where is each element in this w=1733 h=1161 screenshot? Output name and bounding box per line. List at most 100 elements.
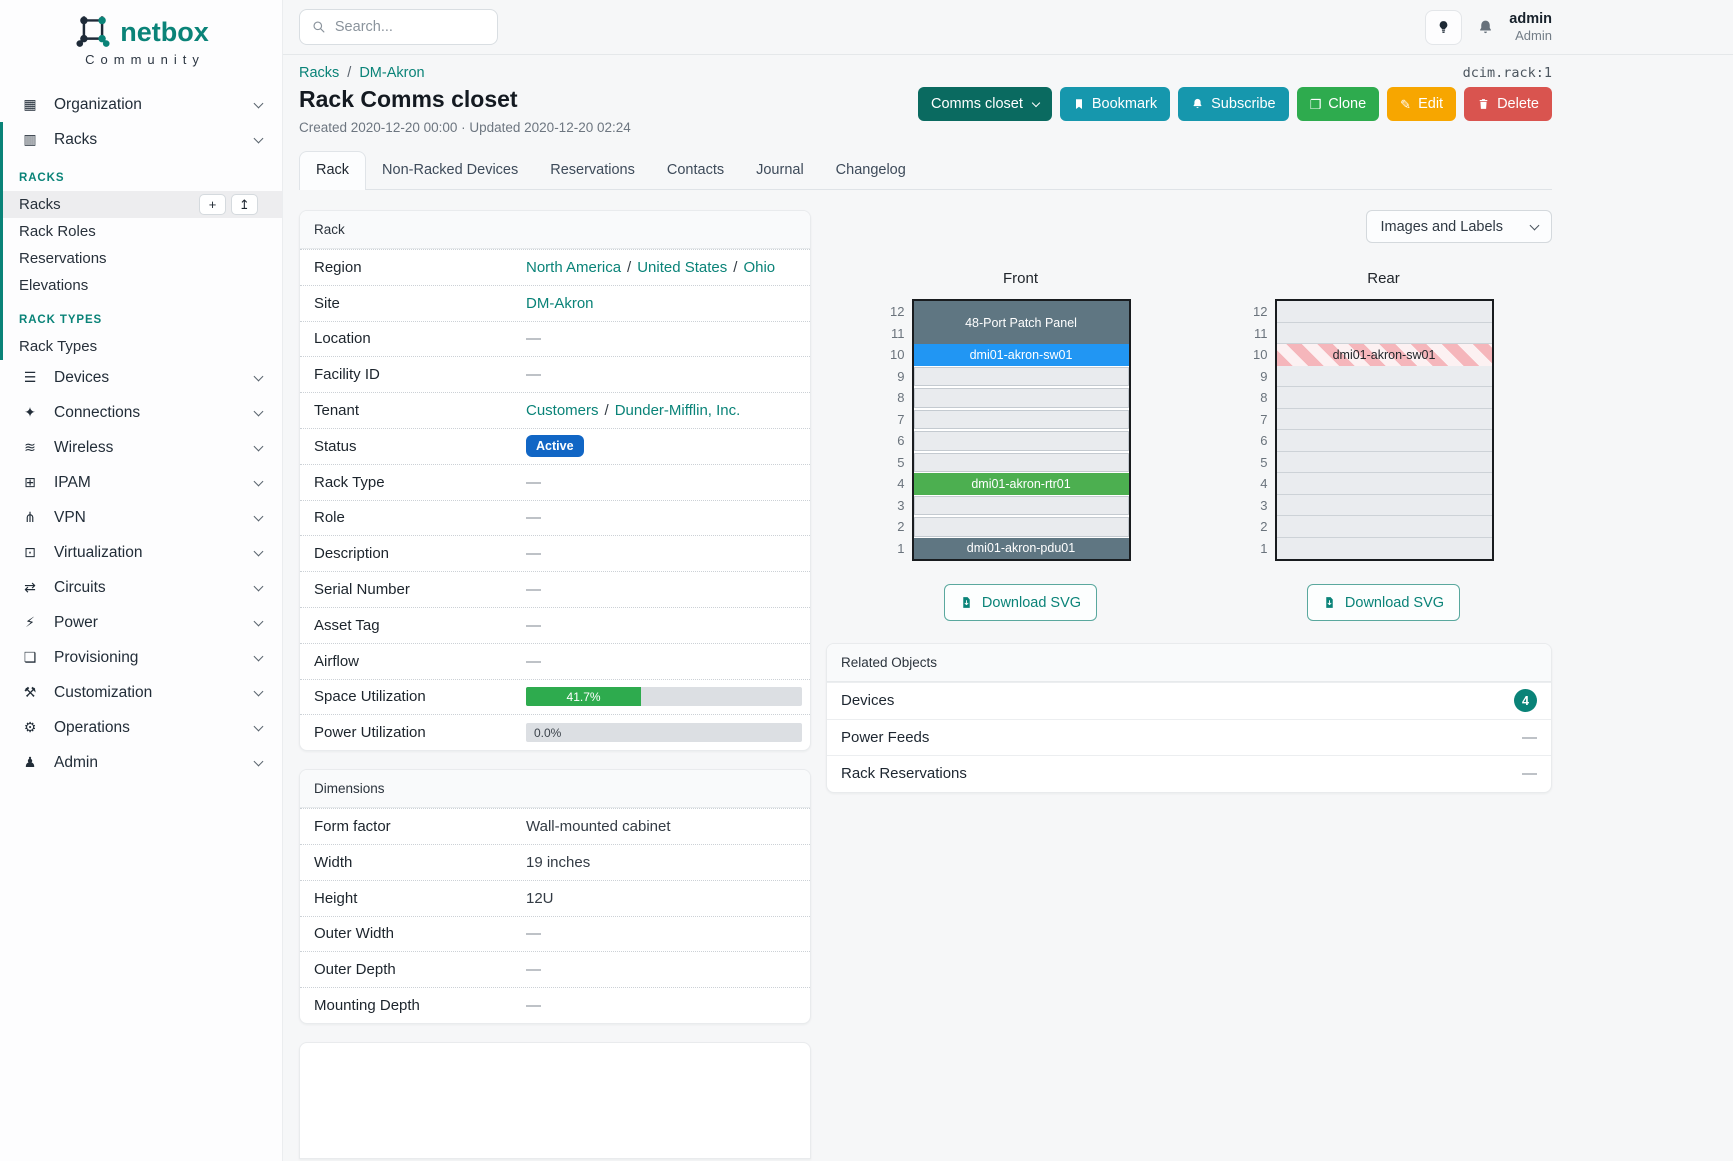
tab-bar: Rack Non-Racked Devices Reservations Con… xyxy=(299,151,1552,190)
tab-contacts[interactable]: Contacts xyxy=(651,152,740,189)
search-box[interactable] xyxy=(299,9,498,45)
sidebar-item-connections[interactable]: ✦ Connections xyxy=(0,395,282,430)
empty-unit xyxy=(1277,301,1492,323)
elevation-view-select[interactable]: Images and Labels xyxy=(1366,210,1552,243)
clone-button[interactable]: ❐ Clone xyxy=(1297,87,1380,121)
sidebar-item-racks[interactable]: ▥ Racks xyxy=(3,122,282,157)
breadcrumb-link-racks[interactable]: Racks xyxy=(299,65,339,81)
chevron-down-icon xyxy=(254,756,264,766)
download-svg-front-button[interactable]: Download SVG xyxy=(944,584,1097,621)
sidebar-item-operations[interactable]: ⚙ Operations xyxy=(0,710,282,745)
object-identifier: dcim.rack:1 xyxy=(1463,65,1552,81)
front-elevation-title: Front xyxy=(977,270,1038,287)
rear-elevation: Rear 121110987654321 dmi01-akron-sw01 xyxy=(1189,270,1552,561)
sidebar-item-devices[interactable]: ☰ Devices xyxy=(0,360,282,395)
tenant-group-link[interactable]: Customers xyxy=(526,402,599,419)
chevron-down-icon xyxy=(254,511,264,521)
related-devices-link[interactable]: Devices xyxy=(841,692,894,709)
device-slot-switch-rear[interactable]: dmi01-akron-sw01 xyxy=(1277,344,1492,366)
tab-reservations[interactable]: Reservations xyxy=(534,152,651,189)
download-row: Download SVG Download SVG xyxy=(826,584,1552,621)
empty-unit xyxy=(914,410,1129,430)
field-row-description: Description — xyxy=(300,535,810,571)
sidebar-item-wireless[interactable]: ≋ Wireless xyxy=(0,430,282,465)
related-rack-reservations-link[interactable]: Rack Reservations xyxy=(841,765,967,782)
device-navigation-button[interactable]: Comms closet xyxy=(918,87,1052,121)
next-panel-partial xyxy=(299,1042,811,1159)
file-download-icon xyxy=(960,595,973,610)
related-row-power-feeds[interactable]: Power Feeds — xyxy=(827,719,1551,756)
admin-icon: ♟ xyxy=(20,754,40,771)
related-power-feeds-link[interactable]: Power Feeds xyxy=(841,729,929,746)
breadcrumb-link-site[interactable]: DM-Akron xyxy=(359,65,424,81)
related-objects-panel: Related Objects Devices 4 Power Feeds — … xyxy=(826,643,1552,793)
empty-unit xyxy=(1277,323,1492,345)
front-unit-numbers: 121110987654321 xyxy=(885,299,905,561)
chevron-down-icon xyxy=(254,721,264,731)
field-row-rack-type: Rack Type — xyxy=(300,464,810,500)
search-input[interactable] xyxy=(335,19,485,35)
device-slot-pdu[interactable]: dmi01-akron-pdu01 xyxy=(914,538,1129,560)
sidebar-item-circuits[interactable]: ⇄ Circuits xyxy=(0,570,282,605)
tab-journal[interactable]: Journal xyxy=(740,152,820,189)
tab-rack[interactable]: Rack xyxy=(299,151,366,190)
wireless-icon: ≋ xyxy=(20,439,40,456)
site-link[interactable]: DM-Akron xyxy=(526,295,594,312)
import-racks-button[interactable]: ↥ xyxy=(231,194,258,215)
space-utilization-bar: 41.7% xyxy=(526,687,802,706)
sidebar-item-virtualization[interactable]: ⊡ Virtualization xyxy=(0,535,282,570)
theme-toggle-button[interactable] xyxy=(1425,10,1462,45)
region-link[interactable]: Ohio xyxy=(743,259,775,276)
tab-changelog[interactable]: Changelog xyxy=(820,152,922,189)
sidebar-item-label: Organization xyxy=(54,96,142,114)
add-rack-button[interactable]: + xyxy=(199,194,226,215)
empty-unit xyxy=(1277,409,1492,431)
sidebar-subitem-elevations[interactable]: Elevations xyxy=(3,272,282,299)
sidebar-item-customization[interactable]: ⚒ Customization xyxy=(0,675,282,710)
device-slot-router[interactable]: dmi01-akron-rtr01 xyxy=(914,473,1129,495)
sidebar-subitem-rack-roles[interactable]: Rack Roles xyxy=(3,218,282,245)
netbox-app: netbox Community ▦ Organization ▥ Racks … xyxy=(0,0,1733,1161)
bookmark-button[interactable]: Bookmark xyxy=(1060,87,1170,121)
empty-unit xyxy=(1277,516,1492,538)
sidebar-item-organization[interactable]: ▦ Organization xyxy=(0,87,282,122)
delete-button[interactable]: Delete xyxy=(1464,87,1552,121)
sidebar-subitem-reservations[interactable]: Reservations xyxy=(3,245,282,272)
field-row-role: Role — xyxy=(300,500,810,536)
chevron-down-icon xyxy=(254,406,264,416)
page-title: Rack Comms closet xyxy=(299,86,631,113)
customization-icon: ⚒ xyxy=(20,684,40,701)
sidebar-item-power[interactable]: ⚡ Power xyxy=(0,605,282,640)
field-row-outer-width: Outer Width — xyxy=(300,916,810,952)
tab-non-racked-devices[interactable]: Non-Racked Devices xyxy=(366,152,534,189)
related-row-rack-reservations[interactable]: Rack Reservations — xyxy=(827,755,1551,792)
bell-icon xyxy=(1477,18,1494,36)
sidebar-subitem-racks[interactable]: Racks + ↥ xyxy=(3,191,282,218)
device-slot-switch[interactable]: dmi01-akron-sw01 xyxy=(914,344,1129,366)
download-svg-rear-button[interactable]: Download SVG xyxy=(1307,584,1460,621)
user-menu[interactable]: admin Admin xyxy=(1509,11,1552,43)
notifications-button[interactable] xyxy=(1477,18,1494,36)
virtualization-icon: ⊡ xyxy=(20,544,40,561)
chevron-down-icon xyxy=(254,441,264,451)
rack-panel: Rack Region North America/United States/… xyxy=(299,210,811,751)
sidebar-subitem-rack-types[interactable]: Rack Types xyxy=(3,333,282,360)
subscribe-button[interactable]: Subscribe xyxy=(1178,87,1288,121)
chevron-down-icon xyxy=(1530,220,1540,230)
sidebar-item-provisioning[interactable]: ❏ Provisioning xyxy=(0,640,282,675)
device-slot-patch-panel[interactable]: 48-Port Patch Panel xyxy=(914,301,1129,344)
sidebar-item-ipam[interactable]: ⊞ IPAM xyxy=(0,465,282,500)
created-updated-meta: Created 2020-12-20 00:00 · Updated 2020-… xyxy=(299,120,631,135)
racks-icon: ▥ xyxy=(20,131,40,148)
netbox-logo[interactable]: netbox Community xyxy=(0,0,282,71)
power-icon: ⚡ xyxy=(20,614,40,631)
sidebar-item-vpn[interactable]: ⋔ VPN xyxy=(0,500,282,535)
field-row-location: Location — xyxy=(300,321,810,357)
related-row-devices[interactable]: Devices 4 xyxy=(827,682,1551,719)
region-link[interactable]: North America xyxy=(526,259,621,276)
region-link[interactable]: United States xyxy=(637,259,727,276)
bell-plus-icon xyxy=(1191,97,1204,111)
tenant-link[interactable]: Dunder-Mifflin, Inc. xyxy=(615,402,741,419)
edit-button[interactable]: ✎ Edit xyxy=(1387,87,1456,121)
sidebar-item-admin[interactable]: ♟ Admin xyxy=(0,745,282,780)
